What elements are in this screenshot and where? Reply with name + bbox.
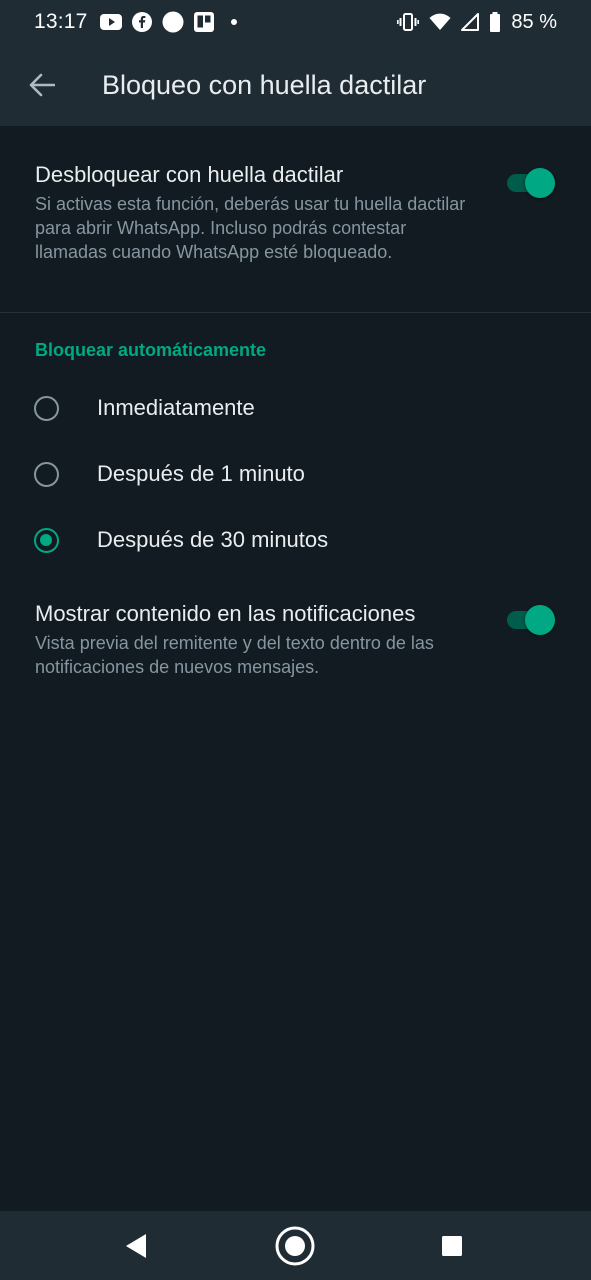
home-circle-icon — [274, 1225, 316, 1267]
wifi-icon — [429, 13, 451, 31]
radio-option-1-minute[interactable]: Después de 1 minuto — [0, 444, 591, 504]
divider — [0, 312, 591, 313]
fingerprint-unlock-description: Si activas esta función, deberás usar tu… — [35, 194, 466, 262]
auto-lock-section-header: Bloquear automáticamente — [35, 340, 267, 360]
radio-option-immediately[interactable]: Inmediatamente — [0, 378, 591, 438]
facebook-icon — [131, 12, 152, 32]
fingerprint-unlock-title: Desbloquear con huella dactilar — [35, 162, 344, 187]
screen: 13:17 85 % Bloqueo con huella dactilar D… — [0, 0, 591, 1280]
radio-label: Inmediatamente — [97, 395, 255, 420]
toggle-thumb — [525, 168, 555, 198]
navigation-bar — [0, 1211, 591, 1280]
vibrate-icon — [397, 13, 420, 31]
youtube-icon — [99, 14, 122, 30]
radio-label: Después de 30 minutos — [97, 527, 329, 552]
signal-icon — [461, 13, 480, 31]
status-time: 13:17 — [34, 10, 88, 33]
notification-content-title: Mostrar contenido en las notificaciones — [35, 601, 416, 626]
app-bar: Bloqueo con huella dactilar — [0, 44, 591, 126]
notification-content-setting[interactable]: Mostrar contenido en las notificaciones … — [0, 601, 591, 679]
nav-recents-button[interactable] — [412, 1211, 492, 1280]
radio-button[interactable] — [34, 461, 59, 487]
battery-icon — [489, 12, 501, 32]
toggle-thumb — [525, 605, 555, 635]
radio-option-30-minutes[interactable]: Después de 30 minutos — [0, 510, 591, 570]
notification-content-description: Vista previa del remitente y del texto d… — [35, 633, 434, 677]
notification-content-toggle[interactable] — [507, 605, 555, 635]
back-button[interactable] — [12, 55, 72, 115]
triangle-back-icon — [124, 1233, 148, 1259]
battery-percentage: 85 % — [511, 10, 557, 33]
fingerprint-unlock-toggle[interactable] — [507, 168, 555, 198]
nav-home-button[interactable] — [255, 1211, 335, 1280]
fingerprint-unlock-setting[interactable]: Desbloquear con huella dactilar Si activ… — [0, 162, 591, 264]
nav-back-button[interactable] — [96, 1211, 176, 1280]
radio-button[interactable] — [34, 395, 59, 421]
notification-icons — [99, 11, 238, 33]
radio-label: Después de 1 minuto — [97, 461, 305, 486]
dot-icon — [230, 18, 238, 26]
status-bar: 13:17 85 % — [0, 0, 591, 44]
system-icons: 85 % — [397, 11, 557, 34]
circle-icon — [162, 11, 184, 33]
square-recents-icon — [441, 1235, 463, 1257]
page-title: Bloqueo con huella dactilar — [102, 69, 427, 100]
arrow-back-icon — [29, 73, 55, 97]
trello-icon — [193, 12, 214, 32]
radio-button-selected[interactable] — [34, 527, 59, 553]
